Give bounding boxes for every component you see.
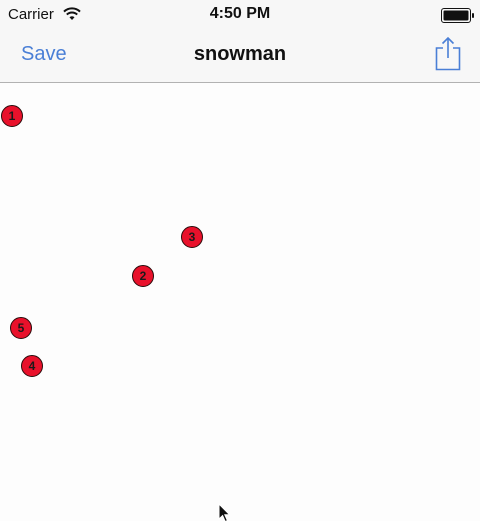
save-button[interactable]: Save xyxy=(21,43,67,66)
point-marker[interactable]: 5 xyxy=(10,317,32,339)
point-marker[interactable]: 1 xyxy=(1,105,23,127)
page-title: snowman xyxy=(193,43,287,65)
point-marker[interactable]: 2 xyxy=(132,265,154,287)
mouse-pointer-icon xyxy=(218,503,231,521)
status-bar: Carrier 4:50 PM xyxy=(0,0,480,30)
share-icon[interactable] xyxy=(433,36,463,72)
navigation-bar: Save snowman xyxy=(0,30,480,83)
battery-icon xyxy=(441,8,474,23)
drawing-canvas[interactable]: 1 3 2 5 4 xyxy=(0,83,480,521)
point-marker[interactable]: 3 xyxy=(181,226,203,248)
point-marker[interactable]: 4 xyxy=(21,355,43,377)
app-screen: Carrier 4:50 PM Save snowman 1 3 2 5 4 xyxy=(0,0,480,521)
clock: 4:50 PM xyxy=(209,5,271,22)
